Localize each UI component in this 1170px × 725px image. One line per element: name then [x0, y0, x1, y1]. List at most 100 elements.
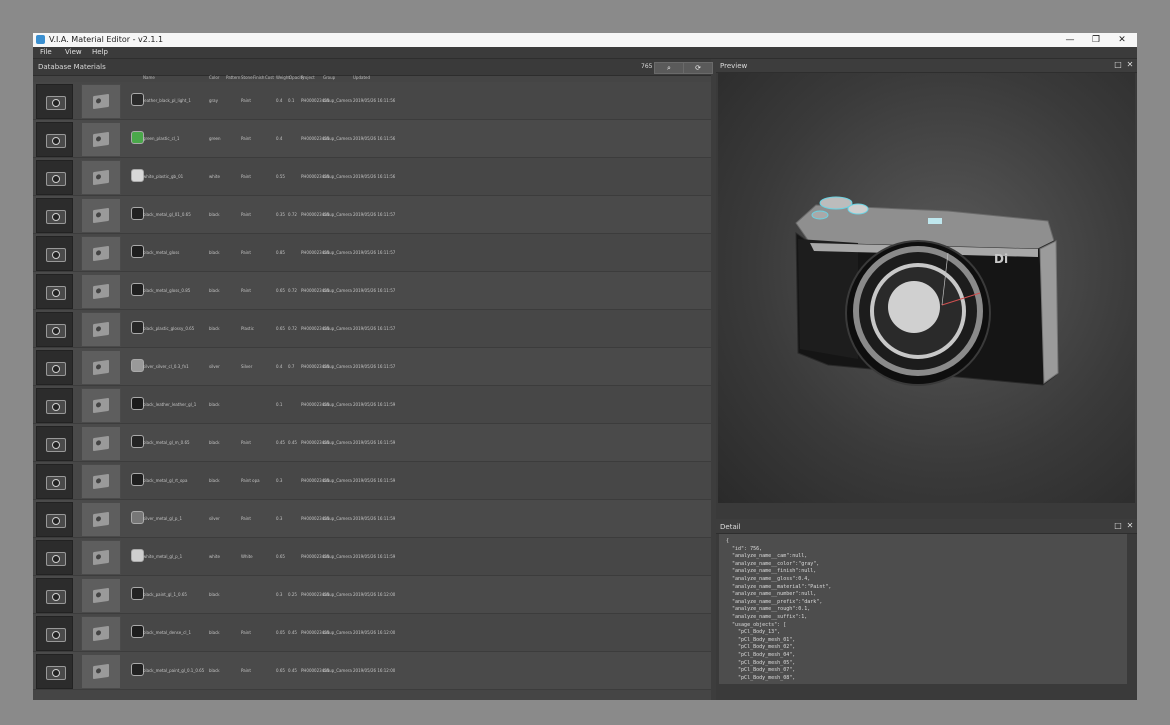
camera-icon: [93, 169, 109, 186]
search-icon: ⌕: [667, 64, 671, 72]
table-row[interactable]: black_metal_gloss black Paint 0.85 PH0000234…: [33, 234, 711, 272]
cell-group: setup_Camera: [323, 364, 352, 369]
model-thumbnail: [81, 616, 121, 651]
render-thumbnail: [36, 198, 73, 233]
json-line: "pCl_Body_13",: [726, 629, 781, 636]
table-row[interactable]: black_metal_gl_rt_opa black Paint opa 0.3 PH…: [33, 462, 711, 500]
menu-file[interactable]: File: [40, 48, 52, 56]
cell-value-1: 0.55: [276, 174, 285, 179]
cell-color: black: [209, 630, 220, 635]
table-row[interactable]: leather_black_pl_light_1 gray Paint 0.4 0.1 P…: [33, 82, 711, 120]
cell-name: silver_silver_cl_0.3_fn1: [143, 364, 189, 369]
menu-help[interactable]: Help: [92, 48, 108, 56]
close-icon[interactable]: ✕: [1126, 61, 1134, 69]
camera-icon: [46, 438, 66, 452]
json-text-area[interactable]: { "id": 756, "analyze_name__cam":null, "…: [719, 534, 1127, 684]
table-row[interactable]: black_metal_dense_cl_1 black Paint 0.05 0.45…: [33, 614, 711, 652]
cell-name: green_plastic_cl_1: [143, 136, 180, 141]
cell-updated: 2019/05/26 16:11:57: [353, 288, 396, 293]
restore-button[interactable]: ❐: [1083, 34, 1109, 46]
col-group[interactable]: Group: [323, 75, 335, 80]
cell-updated: 2019/05/26 16:11:57: [353, 212, 396, 217]
cell-updated: 2019/05/26 16:11:59: [353, 554, 396, 559]
detail-panel: Detail □ ✕ { "id": 756, "analyze_name__c…: [716, 520, 1137, 700]
camera-icon: [46, 134, 66, 148]
cell-value-2: 0.1: [288, 98, 295, 103]
preview-panel-header: Preview □ ✕: [716, 59, 1137, 73]
cell-updated: 2019/05/26 16:11:59: [353, 516, 396, 521]
detail-panel-header: Detail □ ✕: [716, 520, 1137, 534]
cell-group: setup_Camera: [323, 440, 352, 445]
col-pattern[interactable]: Pattern: [226, 75, 240, 80]
cell-color: black: [209, 326, 220, 331]
camera-icon: [93, 359, 109, 376]
table-row[interactable]: black_plastic_glossy_0.65 black Plastic 0.6…: [33, 310, 711, 348]
table-row[interactable]: silver_silver_cl_0.3_fn1 silver Silver 0.4 0…: [33, 348, 711, 386]
col-finish[interactable]: Finish: [253, 75, 264, 80]
cell-value-1: 0.35: [276, 212, 285, 217]
minimize-button[interactable]: —: [1057, 34, 1083, 46]
render-thumbnail: [36, 464, 73, 499]
cell-color: silver: [209, 364, 220, 369]
col-project[interactable]: Project: [301, 75, 315, 80]
cell-group: setup_Camera: [323, 98, 352, 103]
menu-view[interactable]: View: [65, 48, 82, 56]
col-weight[interactable]: Weight: [276, 75, 290, 80]
table-row[interactable]: black_metal_gl_m_0.65 black Paint 0.45 0.45 P…: [33, 424, 711, 462]
camera-icon: [46, 324, 66, 338]
search-button[interactable]: ⌕: [654, 62, 684, 74]
model-thumbnail: [81, 198, 121, 233]
table-row[interactable]: black_metal_gloss_0.85 black Paint 0.65 0.72…: [33, 272, 711, 310]
table-row[interactable]: white_plastic_gb_01 white Paint 0.55 PH00002…: [33, 158, 711, 196]
model-thumbnail: [81, 312, 121, 347]
col-cost[interactable]: Cost: [265, 75, 274, 80]
camera-icon: [46, 210, 66, 224]
camera-icon: [46, 590, 66, 604]
cell-group: setup_Camera: [323, 668, 352, 673]
table-row[interactable]: silver_metal_gl_p_1 silver Paint 0.3 PH00002…: [33, 500, 711, 538]
cell-value-2: 0.72: [288, 288, 297, 293]
close-icon[interactable]: ✕: [1126, 522, 1134, 530]
close-button[interactable]: ✕: [1109, 34, 1135, 46]
refresh-button[interactable]: ⟳: [683, 62, 713, 74]
col-color[interactable]: Color: [209, 75, 219, 80]
cell-name: black_plastic_glossy_0.65: [143, 326, 195, 331]
cell-group: setup_Camera: [323, 478, 352, 483]
cell-group: setup_Camera: [323, 402, 352, 407]
camera-icon: [93, 435, 109, 452]
render-thumbnail: [36, 578, 73, 613]
cell-value-1: 0.65: [276, 288, 285, 293]
maximize-icon[interactable]: □: [1114, 522, 1122, 530]
camera-icon: [46, 552, 66, 566]
table-row[interactable]: green_plastic_cl_1 green Paint 0.4 PH0000234…: [33, 120, 711, 158]
cell-updated: 2019/05/26 16:11:57: [353, 250, 396, 255]
table-row[interactable]: black_metal_gl_01_0.65 black Paint 0.35 0.72…: [33, 196, 711, 234]
3d-viewport[interactable]: Di: [718, 73, 1135, 503]
col-name[interactable]: Name: [143, 75, 155, 80]
json-line: "id": 756,: [726, 545, 763, 552]
cell-finish: Paint: [241, 136, 251, 141]
table-row[interactable]: black_leather_leather_gl_1 black 0.1 PH0000…: [33, 386, 711, 424]
camera-icon: [46, 96, 66, 110]
cell-updated: 2019/05/26 16:11:56: [353, 136, 396, 141]
table-row[interactable]: white_metal_gl_p_1 white White 0.65 PH000023…: [33, 538, 711, 576]
vertical-scrollbar[interactable]: [1131, 537, 1134, 677]
col-updated[interactable]: Updated: [353, 75, 370, 80]
cell-name: black_paint_gl_1_0.65: [143, 592, 187, 597]
render-thumbnail: [36, 388, 73, 423]
cell-name: black_metal_paint_gl_0.1_0.65: [143, 668, 205, 673]
maximize-icon[interactable]: □: [1114, 61, 1122, 69]
cell-updated: 2019/05/26 16:11:57: [353, 326, 396, 331]
cell-updated: 2019/05/26 16:12:00: [353, 592, 396, 597]
camera-icon: [93, 397, 109, 414]
model-thumbnail: [81, 236, 121, 271]
cell-color: silver: [209, 516, 220, 521]
table-row[interactable]: black_metal_paint_gl_0.1_0.65 black Paint 0…: [33, 652, 711, 690]
table-row[interactable]: black_paint_gl_1_0.65 black 0.3 0.25 PH00002…: [33, 576, 711, 614]
cell-group: setup_Camera: [323, 174, 352, 179]
material-count: 765: [641, 63, 653, 70]
col-stone[interactable]: Stone: [241, 75, 253, 80]
cell-finish: Plastic: [241, 326, 254, 331]
camera-icon: [93, 473, 109, 490]
cell-value-1: 0.4: [276, 136, 283, 141]
